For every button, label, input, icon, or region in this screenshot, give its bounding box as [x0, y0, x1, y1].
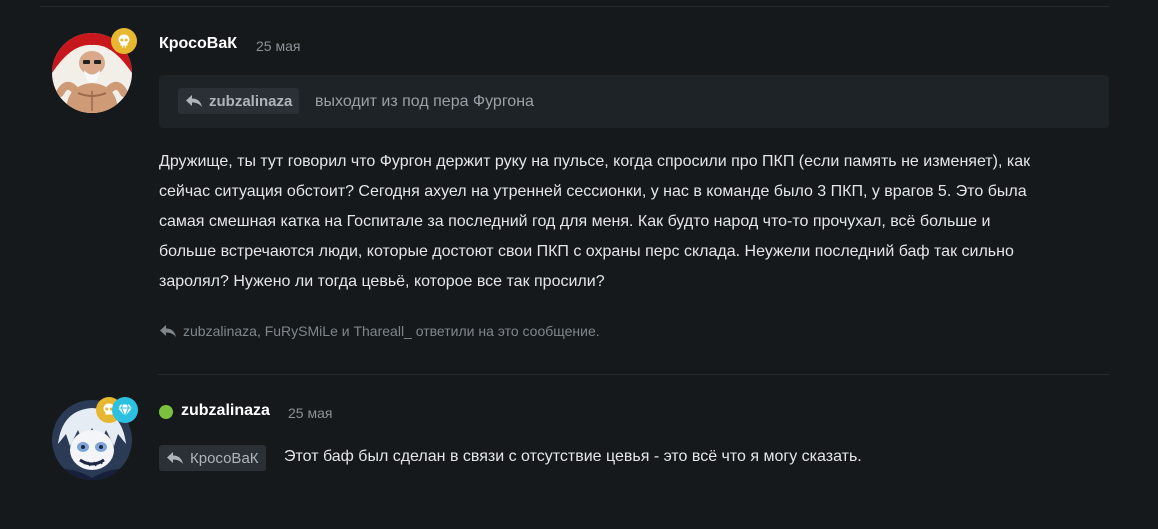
reply-arrow-icon [160, 325, 176, 337]
quote-text: выходит из под пера Фургона [315, 93, 534, 110]
reply-user-link[interactable]: zubzalinaza [183, 323, 257, 339]
online-status-icon [159, 405, 173, 419]
post-body-line: самая смешная катка на Госпитале за посл… [159, 213, 991, 230]
post-body: Дружище, ты тут говорил что Фургон держи… [159, 147, 1109, 297]
quote-author-chip[interactable]: КросоВаК [159, 445, 266, 471]
post-author-name[interactable]: zubzalinaza [181, 402, 270, 420]
reply-user-link[interactable]: Thareall_ [353, 323, 411, 339]
post-krosovak: КросоВаК 25 мая zubzalinaza выходит из п… [0, 0, 1158, 374]
replies-and: и [337, 323, 354, 339]
reply-arrow-icon [167, 452, 183, 464]
replies-separator: , [256, 323, 265, 339]
quote-author-chip[interactable]: zubzalinaza [178, 88, 300, 114]
quote-author-name: КросоВаК [190, 449, 259, 467]
post-body: Этот баф был сделан в связи с отсутствие… [284, 448, 862, 465]
post-date[interactable]: 25 мая [256, 38, 300, 54]
post-body-line: заролял? Нужено ли тогда цевьё, которое … [159, 273, 605, 290]
diamond-badge-icon [112, 397, 138, 423]
reply-arrow-icon [186, 95, 202, 107]
post-body-line: сейчас ситуация обстоит? Сегодня ахуел н… [159, 183, 1027, 200]
quote-block: zubzalinaza выходит из под пера Фургона [159, 75, 1109, 128]
post-author-name[interactable]: КросоВаК [159, 35, 237, 53]
skull-badge-icon [111, 28, 137, 54]
post-date[interactable]: 25 мая [288, 405, 332, 421]
post-body-line: больше встречаются люди, которые достоют… [159, 243, 1014, 260]
replies-suffix: ответили на это сообщение. [411, 323, 600, 339]
quote-author-name: zubzalinaza [209, 92, 293, 110]
post-body-line: Дружище, ты тут говорил что Фургон держи… [159, 153, 1031, 170]
reply-user-link[interactable]: FuRySMiLe [265, 323, 338, 339]
replies-summary: zubzalinaza, FuRySMiLe и Thareall_ ответ… [159, 320, 600, 342]
